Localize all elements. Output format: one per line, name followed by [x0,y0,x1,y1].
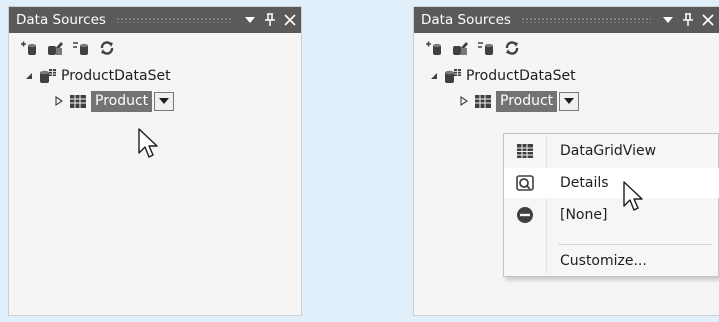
edit-dataset-designer-icon[interactable] [450,38,470,58]
dataset-icon [444,68,462,84]
configure-dataset-icon[interactable] [476,38,496,58]
titlebar-grip [115,17,233,23]
tree-node-label: Product [91,90,153,112]
datagridview-icon [474,93,492,109]
mouse-pointer-icon [138,128,158,158]
mouse-pointer-icon [623,181,643,211]
refresh-icon[interactable] [502,38,522,58]
collapsed-arrow-icon[interactable] [458,95,470,107]
selected-table-node[interactable]: Product [91,90,175,112]
screenshot: Data Sources ProductDataSet Product Data… [0,0,719,322]
panel-titlebar[interactable]: Data Sources [414,7,719,33]
tree-node-dataset[interactable]: ProductDataSet [428,65,576,87]
datagridview-icon [504,143,546,159]
window-position-dropdown-icon[interactable] [659,7,677,33]
panel-toolbar [9,33,301,63]
menu-item-datagridview[interactable]: DataGridView [504,136,719,166]
titlebar-grip [520,17,651,23]
control-type-dropdown-button[interactable] [154,91,175,111]
pin-icon[interactable] [679,7,697,33]
panel-titlebar[interactable]: Data Sources [9,7,301,33]
panel-title: Data Sources [16,12,106,28]
expanded-arrow-icon[interactable] [428,70,440,82]
configure-dataset-icon[interactable] [71,38,91,58]
tree-node-label: ProductDataSet [61,68,171,84]
collapsed-arrow-icon[interactable] [53,95,65,107]
menu-item-label: DataGridView [560,143,657,159]
expanded-arrow-icon[interactable] [23,70,35,82]
datagridview-icon [69,93,87,109]
window-position-dropdown-icon[interactable] [241,7,259,33]
menu-item-none[interactable]: [None] [504,200,719,230]
control-type-dropdown-button[interactable] [559,91,580,111]
menu-item-details[interactable]: Details [504,168,719,198]
control-type-menu: DataGridView Details [None] Customize... [503,133,719,277]
selected-table-node[interactable]: Product [496,90,580,112]
chevron-down-icon [159,98,170,104]
none-icon [504,206,546,224]
menu-separator [558,244,712,245]
pin-icon[interactable] [261,7,279,33]
edit-dataset-designer-icon[interactable] [45,38,65,58]
menu-item-label: Details [560,175,609,191]
add-data-source-icon[interactable] [19,38,39,58]
tree-node-table[interactable]: Product [458,90,580,112]
tree-node-label: ProductDataSet [466,68,576,84]
details-icon [504,175,546,191]
chevron-down-icon [564,98,575,104]
panel-toolbar [414,33,719,63]
close-icon[interactable] [281,7,299,33]
add-data-source-icon[interactable] [424,38,444,58]
menu-item-label: [None] [560,207,608,223]
panel-title: Data Sources [421,12,511,28]
tree-node-dataset[interactable]: ProductDataSet [23,65,171,87]
menu-item-label: Customize... [560,253,647,269]
refresh-icon[interactable] [97,38,117,58]
dataset-icon [39,68,57,84]
tree-node-label: Product [496,90,558,112]
menu-item-customize[interactable]: Customize... [504,246,719,276]
tree-node-table[interactable]: Product [53,90,175,112]
data-sources-panel-left: Data Sources ProductDataSet Product [8,6,302,316]
close-icon[interactable] [699,7,717,33]
